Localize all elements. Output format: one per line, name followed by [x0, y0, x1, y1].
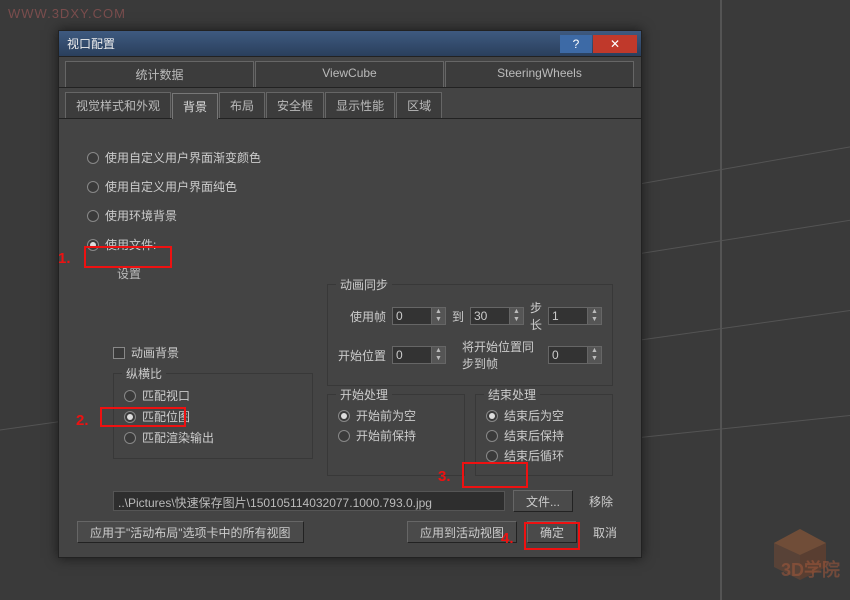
- radio-solid-label: 使用自定义用户界面纯色: [105, 178, 237, 195]
- annotation-3-box: [462, 462, 528, 488]
- annotation-2: 2.: [76, 412, 89, 429]
- spin-to[interactable]: ▲▼: [470, 307, 524, 325]
- tab-visual[interactable]: 视觉样式和外观: [65, 92, 171, 118]
- anim-sync-fieldset: 动画同步 使用帧 ▲▼ 到 ▲▼ 步长 ▲▼ 开始位置 ▲▼ 将开始位: [327, 284, 613, 386]
- annotation-1: 1.: [58, 250, 71, 267]
- check-anim-bg[interactable]: [113, 347, 125, 359]
- radio-solid[interactable]: [87, 181, 99, 193]
- radio-env[interactable]: [87, 210, 99, 222]
- titlebar[interactable]: 视口配置 ? ✕: [59, 31, 641, 57]
- radio-gradient-label: 使用自定义用户界面渐变颜色: [105, 149, 261, 166]
- startproc-fieldset: 开始处理 开始前为空 开始前保持: [327, 394, 465, 476]
- radio-match-viewport[interactable]: [124, 390, 136, 402]
- tab-stats[interactable]: 统计数据: [65, 61, 254, 87]
- dialog-title: 视口配置: [67, 35, 560, 52]
- watermark-brand: 3D学院: [781, 556, 840, 582]
- help-button[interactable]: ?: [560, 35, 592, 53]
- tab-safeframe[interactable]: 安全框: [266, 92, 324, 118]
- close-button[interactable]: ✕: [593, 35, 637, 53]
- viewport-config-dialog: 视口配置 ? ✕ 统计数据 ViewCube SteeringWheels 视觉…: [58, 30, 642, 558]
- annotation-1-box: [84, 246, 172, 268]
- file-button[interactable]: 文件...: [513, 490, 573, 512]
- radio-start-blank[interactable]: [338, 410, 350, 422]
- tab-viewcube[interactable]: ViewCube: [255, 61, 444, 87]
- check-anim-bg-label: 动画背景: [131, 344, 179, 361]
- tab-region[interactable]: 区域: [396, 92, 442, 118]
- annotation-4: 4.: [501, 530, 514, 547]
- radio-end-hold[interactable]: [486, 430, 498, 442]
- annotation-4-box: [524, 522, 580, 550]
- watermark-text: WWW.3DXY.COM: [8, 6, 126, 21]
- cancel-link[interactable]: 取消: [593, 524, 617, 541]
- radio-match-render[interactable]: [124, 432, 136, 444]
- tab-perf[interactable]: 显示性能: [325, 92, 395, 118]
- apply-all-button[interactable]: 应用于"活动布局"选项卡中的所有视图: [77, 521, 304, 543]
- anim-sync-legend: 动画同步: [336, 276, 392, 293]
- spin-start[interactable]: ▲▼: [392, 346, 446, 364]
- annotation-2-box: [100, 407, 186, 427]
- radio-gradient[interactable]: [87, 152, 99, 164]
- tab-steeringwheels[interactable]: SteeringWheels: [445, 61, 634, 87]
- aspect-legend: 纵横比: [122, 365, 166, 382]
- annotation-3: 3.: [438, 468, 451, 485]
- radio-start-hold[interactable]: [338, 430, 350, 442]
- radio-env-label: 使用环境背景: [105, 207, 177, 224]
- tab-layout[interactable]: 布局: [219, 92, 265, 118]
- spin-step[interactable]: ▲▼: [548, 307, 602, 325]
- radio-end-loop[interactable]: [486, 450, 498, 462]
- tab-row-2: 视觉样式和外观 背景 布局 安全框 显示性能 区域: [59, 88, 641, 119]
- remove-link[interactable]: 移除: [589, 493, 613, 510]
- spin-sync[interactable]: ▲▼: [548, 346, 602, 364]
- tab-row-1: 统计数据 ViewCube SteeringWheels: [59, 57, 641, 88]
- spin-use-frame[interactable]: ▲▼: [392, 307, 446, 325]
- file-path-input[interactable]: ..\Pictures\快速保存图片\1501051140320​77.1000…: [113, 491, 505, 511]
- radio-end-blank[interactable]: [486, 410, 498, 422]
- tab-background[interactable]: 背景: [172, 93, 218, 119]
